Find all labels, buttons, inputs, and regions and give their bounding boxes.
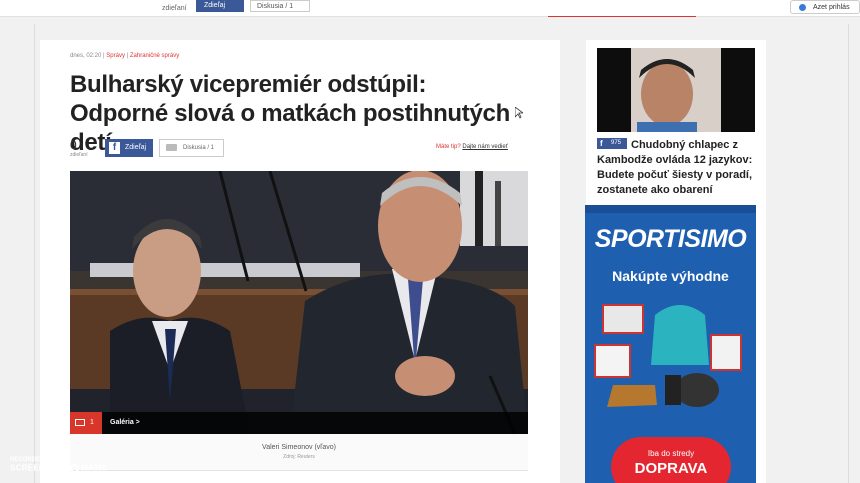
right-divider: [848, 24, 849, 483]
article-time: dnes, 02:20: [70, 53, 102, 59]
screencast-watermark: RECORDED WITH SCREENCAST MATIC: [10, 456, 107, 473]
azet-login-button[interactable]: Azet prihlás: [790, 0, 860, 14]
photo-caption: Valeri Simeonov (vľavo): [262, 444, 336, 451]
sidebar-article-thumbnail[interactable]: [597, 48, 755, 132]
comments-label: Diskusia / 1: [183, 145, 215, 151]
accent-line: [548, 16, 696, 17]
watermark-line1: RECORDED WITH: [10, 457, 62, 463]
top-share-count-label: zdieľaní: [162, 5, 187, 12]
sportisimo-ad-banner[interactable]: SPORTISIMO Nakúpte výhodne Iba do stredy…: [585, 205, 756, 483]
ad-badge-line2: DOPRAVA: [634, 460, 708, 477]
article-photo[interactable]: [70, 171, 528, 434]
image-icon: [75, 419, 85, 426]
mouse-cursor-icon: [514, 106, 525, 124]
gallery-link[interactable]: Galéria >: [110, 412, 140, 434]
sidebar-fb-count-value: 975: [611, 140, 622, 146]
azet-login-label: Azet prihlás: [813, 4, 850, 11]
photo-caption-box: Valeri Simeonov (vľavo) Zdroj: Reuters: [70, 434, 528, 471]
gallery-count-badge: 1: [70, 412, 102, 434]
ad-top-stripe: [585, 205, 756, 213]
share-count: 0: [70, 138, 77, 152]
user-icon: [799, 4, 806, 11]
section-link[interactable]: Správy: [106, 53, 125, 59]
watermark-matic: MATIC: [81, 463, 108, 473]
ad-free-shipping-badge: Iba do stredy DOPRAVA: [611, 437, 731, 483]
watermark-screencast: SCREENCAST: [10, 463, 69, 473]
left-divider: [34, 24, 35, 483]
share-count-label: zdieľaní: [70, 152, 88, 158]
top-share-bar: zdieľaní Zdieľaj Diskusia / 1 Azet prihl…: [0, 0, 860, 17]
subsection-link[interactable]: Zahraničné správy: [130, 53, 179, 59]
facebook-icon: f: [109, 142, 120, 154]
ad-products-image: [594, 304, 742, 407]
article-meta: dnes, 02:20 | Správy | Zahraničné správy: [70, 53, 180, 59]
top-comments-button[interactable]: Diskusia / 1: [250, 0, 310, 12]
tip-question: Máte tip?: [436, 144, 461, 150]
gallery-count: 1: [90, 419, 94, 426]
ad-badge-line1: Iba do stredy: [647, 449, 695, 458]
tip-box: Máte tip? Dajte nám vedieť: [436, 144, 508, 150]
sidebar-facebook-count: f 975: [597, 138, 627, 149]
gallery-bar[interactable]: 1 Galéria >: [70, 412, 528, 434]
record-icon: [70, 464, 80, 473]
tip-link[interactable]: Dajte nám vedieť: [462, 144, 508, 150]
ad-slogan: Nakúpte výhodne: [612, 268, 729, 284]
top-facebook-share-button[interactable]: Zdieľaj: [196, 0, 244, 12]
facebook-share-button[interactable]: f Zdieľaj: [105, 139, 153, 157]
ad-brand: SPORTISIMO: [594, 225, 747, 253]
facebook-icon: f: [600, 139, 603, 148]
facebook-share-label: Zdieľaj: [125, 144, 147, 151]
comments-button[interactable]: Diskusia / 1: [159, 139, 224, 157]
photo-source: Zdroj: Reuters: [283, 454, 315, 460]
comment-bubble-icon: [166, 144, 177, 151]
